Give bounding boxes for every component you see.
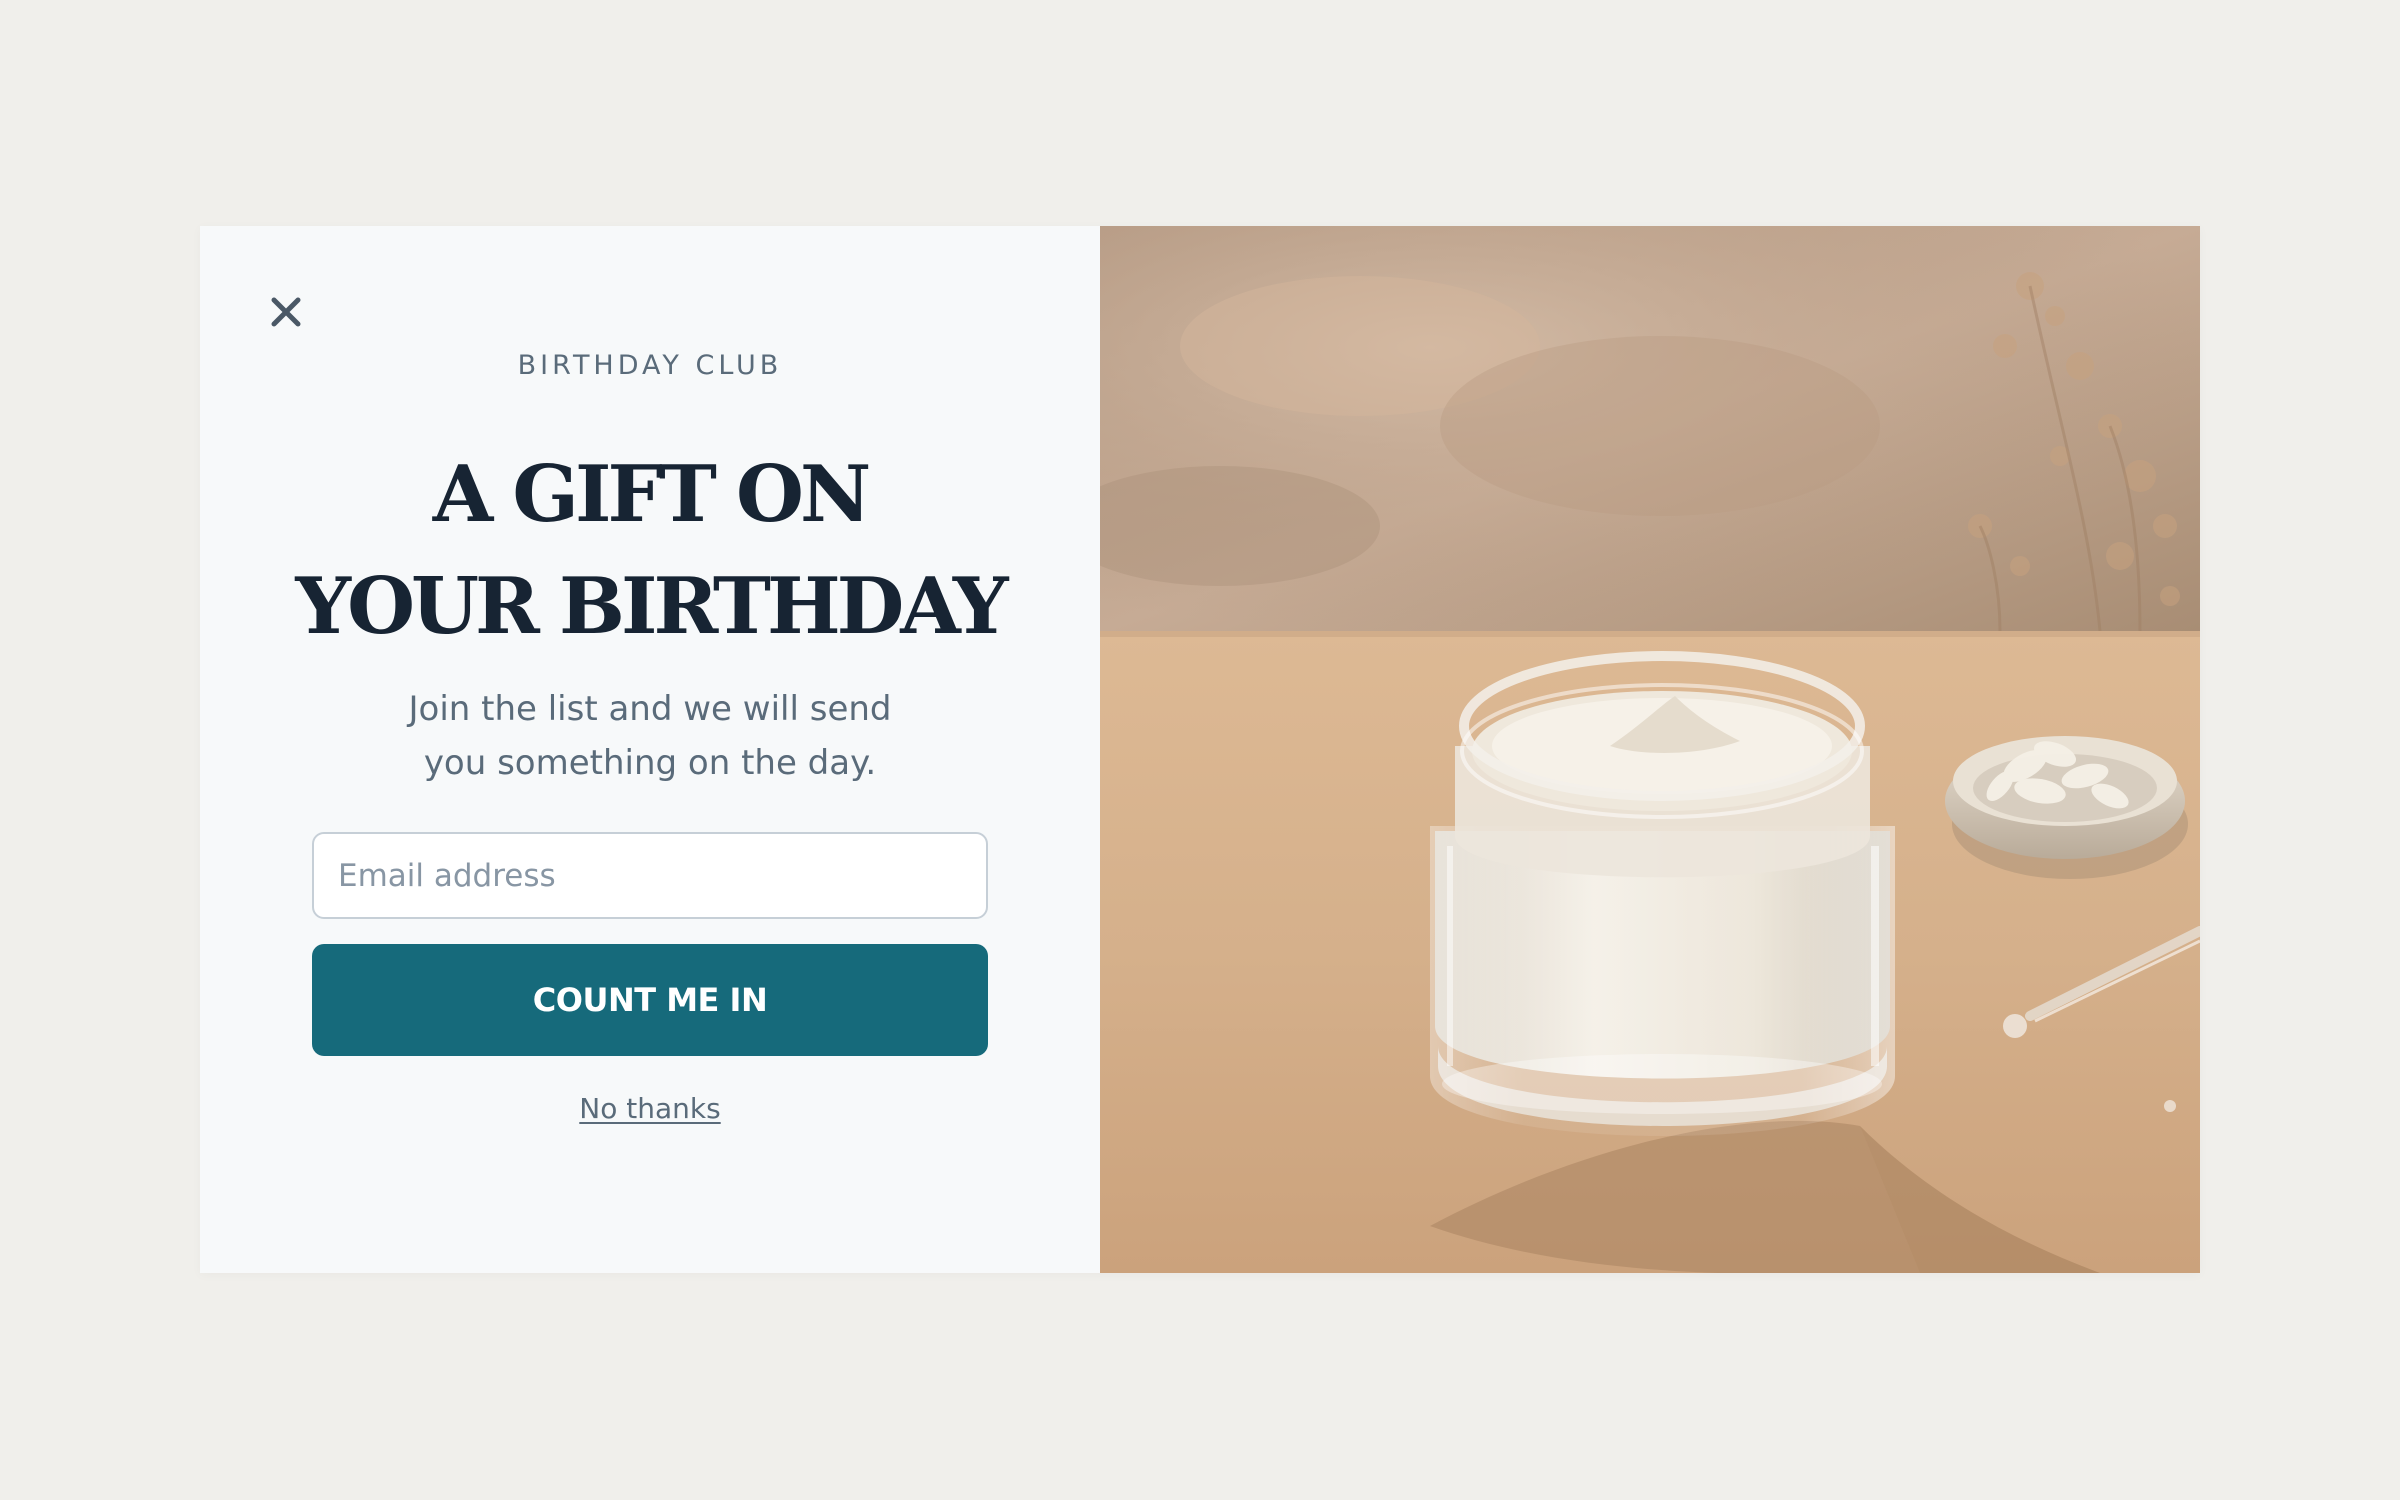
subtitle-line-1: Join the list and we will send — [408, 689, 892, 729]
subtitle-line-2: you something on the day. — [423, 743, 877, 783]
close-button[interactable] — [266, 292, 306, 332]
birthday-popup-modal: BIRTHDAY CLUB A GIFT ON YOUR BIRTHDAY Jo… — [200, 226, 2200, 1273]
count-me-in-button[interactable]: COUNT ME IN — [312, 944, 988, 1056]
face-cream-jar-image — [1100, 226, 2200, 1273]
close-icon — [271, 297, 301, 327]
headline-line-2: YOUR BIRTHDAY — [295, 561, 1008, 652]
popup-headline: A GIFT ON YOUR BIRTHDAY — [200, 439, 1100, 663]
no-thanks-link[interactable]: No thanks — [200, 1092, 1100, 1125]
headline-line-1: A GIFT ON — [432, 449, 872, 540]
eyebrow-label: BIRTHDAY CLUB — [517, 350, 783, 381]
product-image-panel — [1100, 226, 2200, 1273]
popup-form-panel: BIRTHDAY CLUB A GIFT ON YOUR BIRTHDAY Jo… — [200, 226, 1100, 1273]
popup-subtitle: Join the list and we will send you somet… — [200, 682, 1100, 790]
email-input[interactable] — [312, 832, 988, 919]
